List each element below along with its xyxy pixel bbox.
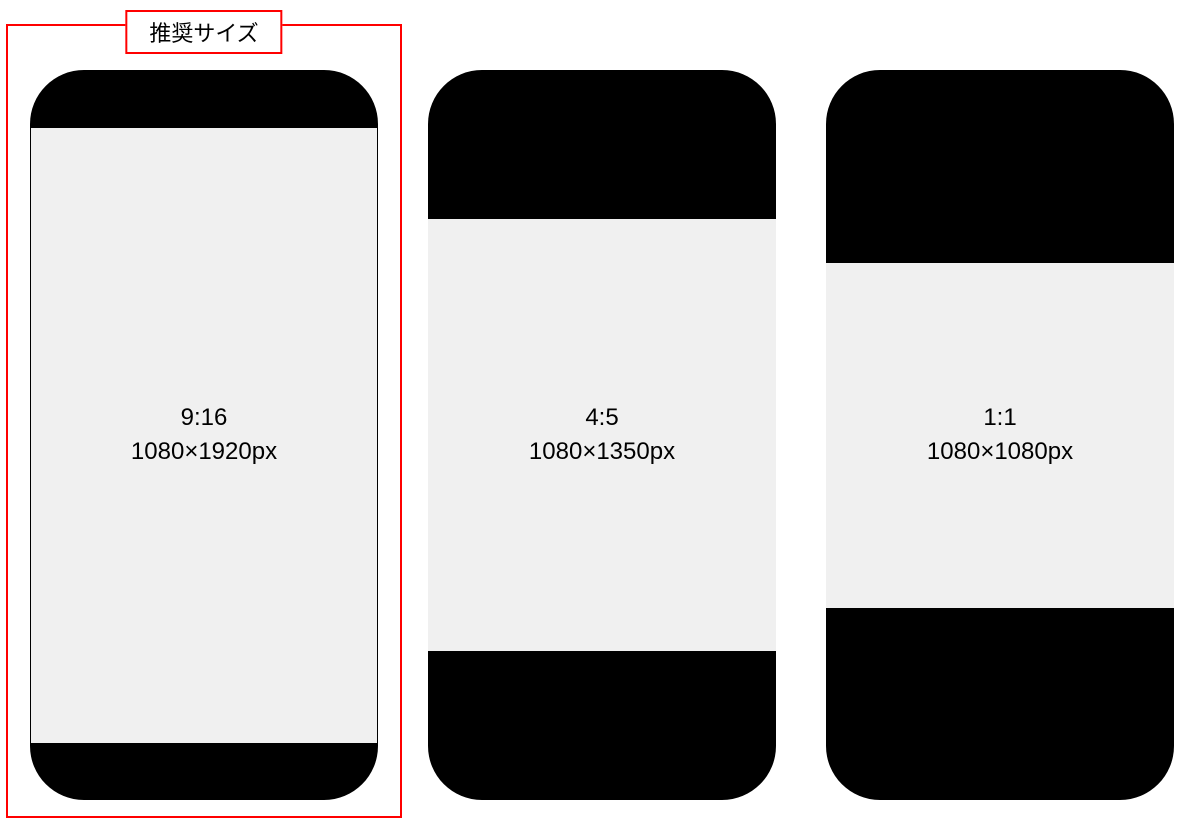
screen-content-4-5: 4:5 1080×1350px [428, 219, 776, 651]
aspect-ratio-label: 1:1 [983, 401, 1016, 435]
aspect-ratio-label: 4:5 [585, 401, 618, 435]
pixel-dimensions-label: 1080×1920px [131, 435, 277, 469]
pixel-dimensions-label: 1080×1080px [927, 435, 1073, 469]
phone-mockup-4-5: 4:5 1080×1350px [428, 70, 776, 800]
phone-mockup-1-1: 1:1 1080×1080px [826, 70, 1174, 800]
screen-content-9-16: 9:16 1080×1920px [30, 128, 378, 743]
pixel-dimensions-label: 1080×1350px [529, 435, 675, 469]
screen-content-1-1: 1:1 1080×1080px [826, 263, 1174, 608]
size-comparison-row: 9:16 1080×1920px 4:5 1080×1350px 1:1 108… [0, 0, 1200, 837]
aspect-ratio-label: 9:16 [181, 401, 228, 435]
phone-mockup-9-16: 9:16 1080×1920px [30, 70, 378, 800]
